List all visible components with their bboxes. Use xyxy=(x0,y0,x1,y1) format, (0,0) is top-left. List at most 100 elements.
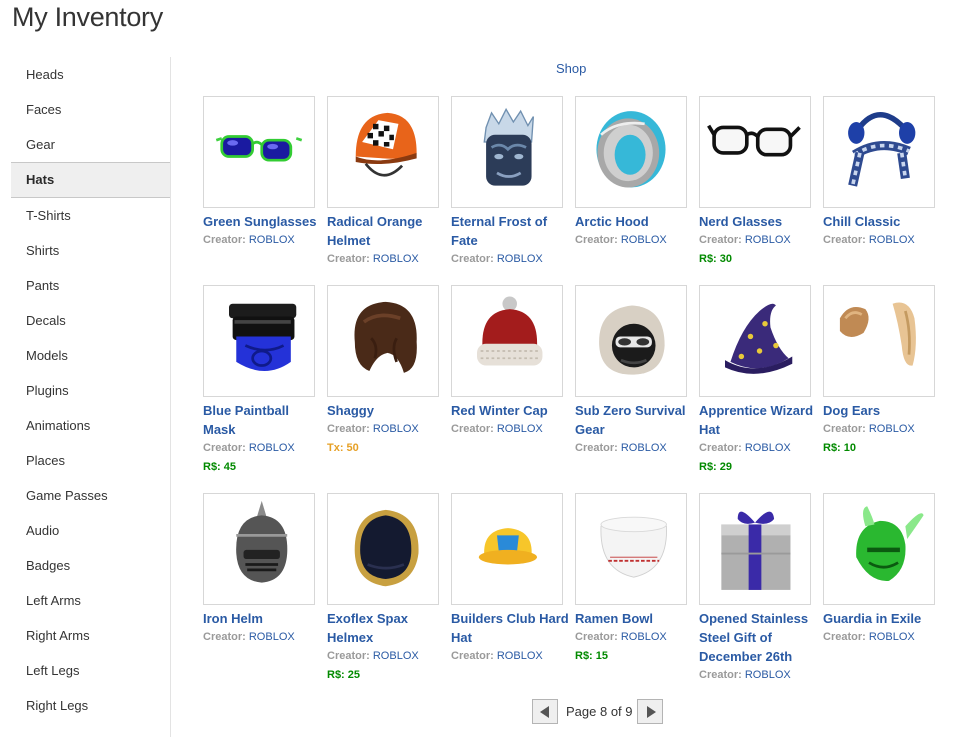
item-name-link[interactable]: Opened Stainless Steel Gift of December … xyxy=(699,609,821,666)
item-thumbnail[interactable] xyxy=(451,285,563,397)
sidebar-item-animations[interactable]: Animations xyxy=(11,408,170,443)
creator-link[interactable]: ROBLOX xyxy=(869,423,915,435)
creator-link[interactable]: ROBLOX xyxy=(621,631,667,643)
item-thumbnail[interactable] xyxy=(451,493,563,605)
page-title: My Inventory xyxy=(12,2,163,32)
item-thumbnail[interactable] xyxy=(699,493,811,605)
item-thumbnail[interactable] xyxy=(203,493,315,605)
sidebar-item-audio[interactable]: Audio xyxy=(11,513,170,548)
item-name-link[interactable]: Blue Paintball Mask xyxy=(203,401,325,439)
item-name-link[interactable]: Arctic Hood xyxy=(575,212,697,231)
ramen-bowl-icon xyxy=(600,516,667,578)
sidebar-item-badges[interactable]: Badges xyxy=(11,548,170,583)
item-name-link[interactable]: Sub Zero Survival Gear xyxy=(575,401,697,439)
item-name-link[interactable]: Red Winter Cap xyxy=(451,401,573,420)
survival-hood-icon xyxy=(599,305,665,375)
sidebar-item-game-passes[interactable]: Game Passes xyxy=(11,478,170,513)
creator-label: Creator: xyxy=(699,234,742,246)
item-thumbnail[interactable] xyxy=(203,285,315,397)
creator-label: Creator: xyxy=(575,442,618,454)
inventory-item: Exoflex Spax Helmex Creator: ROBLOX R$: 25 xyxy=(327,493,441,685)
item-name-link[interactable]: Radical Orange Helmet xyxy=(327,212,449,250)
creator-link[interactable]: ROBLOX xyxy=(497,650,543,662)
item-name-link[interactable]: Eternal Frost of Fate xyxy=(451,212,573,250)
creator-label: Creator: xyxy=(203,631,246,643)
arctic-hood-icon xyxy=(596,111,666,188)
gift-box-icon xyxy=(721,511,791,590)
item-name-link[interactable]: Ramen Bowl xyxy=(575,609,697,628)
sidebar-item-t-shirts[interactable]: T-Shirts xyxy=(11,198,170,233)
creator-label: Creator: xyxy=(327,253,370,265)
shop-link[interactable]: Shop xyxy=(556,61,586,76)
creator-link[interactable]: ROBLOX xyxy=(497,253,543,265)
item-thumbnail[interactable] xyxy=(699,285,811,397)
item-name-link[interactable]: Apprentice Wizard Hat xyxy=(699,401,821,439)
item-thumbnail[interactable] xyxy=(699,96,811,208)
item-thumbnail[interactable] xyxy=(327,96,439,208)
sidebar-item-faces[interactable]: Faces xyxy=(11,92,170,127)
item-creator: Creator: ROBLOX xyxy=(451,647,565,666)
creator-link[interactable]: ROBLOX xyxy=(745,234,791,246)
item-creator: Creator: ROBLOX xyxy=(203,439,317,458)
creator-link[interactable]: ROBLOX xyxy=(869,234,915,246)
item-thumbnail[interactable] xyxy=(451,96,563,208)
item-thumbnail[interactable] xyxy=(823,96,935,208)
item-thumbnail[interactable] xyxy=(575,285,687,397)
item-creator: Creator: ROBLOX xyxy=(203,231,317,250)
creator-link[interactable]: ROBLOX xyxy=(249,442,295,454)
creator-link[interactable]: ROBLOX xyxy=(621,442,667,454)
item-thumbnail[interactable] xyxy=(327,493,439,605)
item-name-link[interactable]: Nerd Glasses xyxy=(699,212,821,231)
item-creator: Creator: ROBLOX xyxy=(699,231,813,250)
creator-link[interactable]: ROBLOX xyxy=(373,423,419,435)
sidebar-item-models[interactable]: Models xyxy=(11,338,170,373)
creator-link[interactable]: ROBLOX xyxy=(249,631,295,643)
item-name-link[interactable]: Chill Classic xyxy=(823,212,945,231)
creator-link[interactable]: ROBLOX xyxy=(621,234,667,246)
creator-label: Creator: xyxy=(451,423,494,435)
sidebar-item-gear[interactable]: Gear xyxy=(11,127,170,162)
green-helmet-icon xyxy=(856,506,924,581)
sidebar-item-heads[interactable]: Heads xyxy=(11,57,170,92)
orange-helmet-icon xyxy=(355,112,417,177)
inventory-item: Apprentice Wizard Hat Creator: ROBLOX R$: … xyxy=(699,285,813,477)
sidebar-item-plugins[interactable]: Plugins xyxy=(11,373,170,408)
creator-label: Creator: xyxy=(699,669,742,681)
sidebar-item-places[interactable]: Places xyxy=(11,443,170,478)
sidebar-item-decals[interactable]: Decals xyxy=(11,303,170,338)
next-page-button[interactable] xyxy=(637,699,663,724)
inventory-item: Ramen Bowl Creator: ROBLOX R$: 15 xyxy=(575,493,689,666)
item-name-link[interactable]: Green Sunglasses xyxy=(203,212,325,231)
creator-link[interactable]: ROBLOX xyxy=(745,669,791,681)
creator-link[interactable]: ROBLOX xyxy=(497,423,543,435)
sidebar-item-hats[interactable]: Hats xyxy=(11,162,170,198)
previous-page-button[interactable] xyxy=(532,699,558,724)
item-thumbnail[interactable] xyxy=(575,96,687,208)
item-thumbnail[interactable] xyxy=(823,285,935,397)
creator-link[interactable]: ROBLOX xyxy=(869,631,915,643)
creator-link[interactable]: ROBLOX xyxy=(373,650,419,662)
sidebar-item-left-legs[interactable]: Left Legs xyxy=(11,653,170,688)
item-creator: Creator: ROBLOX xyxy=(699,439,813,458)
item-thumbnail[interactable] xyxy=(327,285,439,397)
item-thumbnail[interactable] xyxy=(203,96,315,208)
category-sidebar: Heads Faces Gear Hats T-Shirts Shirts Pants Dec… xyxy=(11,57,171,737)
sidebar-item-right-arms[interactable]: Right Arms xyxy=(11,618,170,653)
sidebar-item-shirts[interactable]: Shirts xyxy=(11,233,170,268)
item-thumbnail[interactable] xyxy=(823,493,935,605)
sidebar-item-pants[interactable]: Pants xyxy=(11,268,170,303)
sidebar-item-right-legs[interactable]: Right Legs xyxy=(11,688,170,723)
item-name-link[interactable]: Exoflex Spax Helmex xyxy=(327,609,449,647)
item-name-link[interactable]: Iron Helm xyxy=(203,609,325,628)
creator-link[interactable]: ROBLOX xyxy=(373,253,419,265)
creator-link[interactable]: ROBLOX xyxy=(249,234,295,246)
item-name-link[interactable]: Builders Club Hard Hat xyxy=(451,609,573,647)
item-name-link[interactable]: Shaggy xyxy=(327,401,449,420)
item-name-link[interactable]: Dog Ears xyxy=(823,401,945,420)
iron-helm-icon xyxy=(236,500,288,583)
item-name-link[interactable]: Guardia in Exile xyxy=(823,609,945,628)
item-thumbnail[interactable] xyxy=(575,493,687,605)
creator-link[interactable]: ROBLOX xyxy=(745,442,791,454)
sidebar-item-left-arms[interactable]: Left Arms xyxy=(11,583,170,618)
item-creator: Creator: ROBLOX xyxy=(823,420,937,439)
